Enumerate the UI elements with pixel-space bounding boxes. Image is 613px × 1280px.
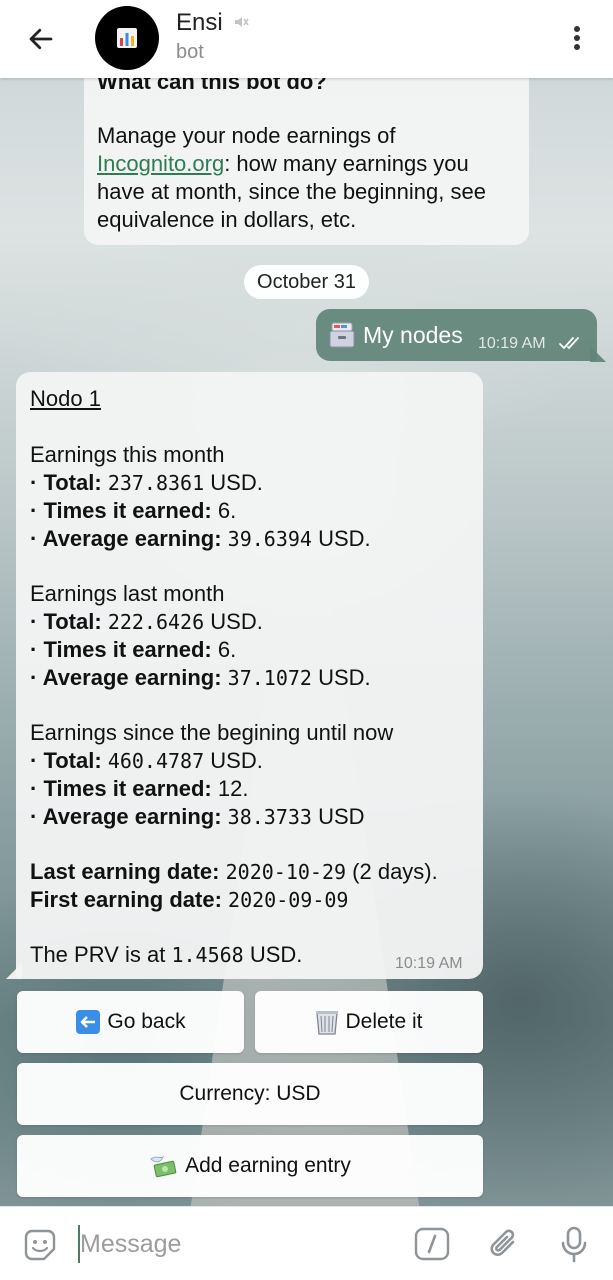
prv-price-line: The PRV is at 1.4568 USD. bbox=[30, 942, 302, 968]
card-file-box-icon bbox=[329, 322, 355, 348]
stat-value: 2020-10-29 bbox=[225, 860, 347, 884]
stat-label: Last earning date: bbox=[30, 859, 220, 884]
speaker-muted-icon bbox=[235, 17, 249, 27]
stat-label: · Average earning: bbox=[30, 665, 222, 690]
outgoing-message-bubble[interactable]: My nodes 10:19 AM bbox=[316, 309, 597, 361]
message-input-bar bbox=[0, 1206, 613, 1280]
node-message-time: 10:19 AM bbox=[395, 955, 463, 972]
prv-value: 1.4568 bbox=[171, 943, 244, 967]
prv-unit: USD. bbox=[249, 942, 303, 967]
stat-value: 2020-09-09 bbox=[228, 888, 349, 912]
go-back-label: Go back bbox=[107, 1010, 186, 1033]
outgoing-message-text: My nodes bbox=[363, 322, 463, 348]
bot-avatar[interactable] bbox=[95, 6, 159, 70]
stat-line-total: · Total: 222.6426 USD. bbox=[30, 609, 263, 635]
description-text-part: Manage your node earnings of bbox=[97, 123, 396, 148]
double-check-icon bbox=[559, 337, 579, 350]
prv-prefix: The PRV is at bbox=[30, 942, 166, 967]
back-button[interactable] bbox=[20, 18, 62, 60]
stat-value: 460.4787 bbox=[107, 749, 205, 773]
stat-line-total: · Total: 460.4787 USD. bbox=[30, 748, 263, 774]
date-separator: October 31 bbox=[244, 265, 369, 299]
stat-unit: USD. bbox=[210, 609, 263, 634]
stat-unit: USD. bbox=[318, 526, 371, 551]
paperclip-icon[interactable] bbox=[486, 1226, 522, 1262]
stat-unit: USD bbox=[318, 804, 365, 829]
stat-label: · Times it earned: bbox=[30, 637, 212, 662]
incognito-link[interactable]: Incognito.org bbox=[97, 151, 224, 176]
stat-value: 38.3733 bbox=[227, 805, 312, 829]
stat-unit: USD. bbox=[318, 665, 371, 690]
microphone-icon[interactable] bbox=[560, 1226, 588, 1264]
node-title: Nodo 1 bbox=[30, 386, 101, 411]
stat-line-times: · Times it earned: 6. bbox=[30, 498, 236, 524]
section-heading: Earnings since the begining until now bbox=[30, 720, 394, 745]
stat-unit: USD. bbox=[210, 748, 263, 773]
stat-line-times: · Times it earned: 6. bbox=[30, 637, 236, 663]
stat-label: · Average earning: bbox=[30, 526, 222, 551]
chat-header: Ensi bot bbox=[0, 0, 613, 78]
stat-label: · Average earning: bbox=[30, 804, 222, 829]
more-vertical-icon bbox=[574, 26, 580, 50]
stat-label: · Total: bbox=[30, 609, 102, 634]
stat-label: · Total: bbox=[30, 470, 102, 495]
stat-value: 12. bbox=[217, 776, 249, 801]
stat-label: · Times it earned: bbox=[30, 498, 212, 523]
message-input[interactable] bbox=[80, 1225, 380, 1263]
last-earning-date-line: Last earning date: 2020-10-29 (2 days). bbox=[30, 859, 438, 885]
slash-command-icon[interactable] bbox=[414, 1227, 450, 1261]
currency-label: Currency: USD bbox=[179, 1082, 321, 1105]
stat-line-average: · Average earning: 37.1072 USD. bbox=[30, 665, 371, 691]
money-with-wings-icon bbox=[150, 1155, 177, 1178]
section-heading: Earnings this month bbox=[30, 442, 225, 467]
stat-value: 222.6426 bbox=[107, 610, 205, 634]
first-earning-date-line: First earning date: 2020-09-09 bbox=[30, 887, 348, 913]
stat-unit: USD. bbox=[210, 470, 263, 495]
smiley-sticker-icon[interactable] bbox=[22, 1227, 58, 1263]
arrow-left-icon bbox=[29, 28, 53, 50]
delete-it-button[interactable]: Delete it bbox=[255, 991, 483, 1053]
stat-value: 6. bbox=[217, 498, 237, 523]
stat-line-average: · Average earning: 39.6394 USD. bbox=[30, 526, 371, 552]
bot-description-text: Manage your node earnings of Incognito.o… bbox=[97, 122, 522, 234]
stat-value: 6. bbox=[217, 637, 237, 662]
stat-label: · Total: bbox=[30, 748, 102, 773]
currency-button[interactable]: Currency: USD bbox=[17, 1063, 483, 1125]
stat-unit: (2 days). bbox=[352, 859, 438, 884]
add-earning-entry-label: Add earning entry bbox=[185, 1154, 351, 1177]
stat-line-times: · Times it earned: 12. bbox=[30, 776, 248, 802]
stat-label: First earning date: bbox=[30, 887, 222, 912]
stat-line-average: · Average earning: 38.3733 USD bbox=[30, 804, 365, 830]
outgoing-message-time: 10:19 AM bbox=[478, 335, 546, 352]
stat-label: · Times it earned: bbox=[30, 776, 212, 801]
stat-value: 237.8361 bbox=[107, 471, 205, 495]
wastebasket-icon bbox=[316, 1011, 339, 1035]
delete-it-label: Delete it bbox=[345, 1010, 423, 1033]
bar-chart-icon bbox=[117, 28, 137, 48]
node-report-bubble[interactable]: Nodo 1 Earnings this month · Total: 237.… bbox=[16, 372, 483, 979]
add-earning-entry-button[interactable]: Add earning entry bbox=[17, 1135, 483, 1197]
chat-title[interactable]: Ensi bbox=[176, 9, 223, 37]
stat-value: 39.6394 bbox=[227, 527, 312, 551]
stat-value: 37.1072 bbox=[227, 666, 312, 690]
chat-subtitle: bot bbox=[176, 41, 204, 63]
section-heading: Earnings last month bbox=[30, 581, 225, 606]
go-back-button[interactable]: Go back bbox=[17, 991, 244, 1053]
stat-line-total: · Total: 237.8361 USD. bbox=[30, 470, 263, 496]
left-arrow-icon bbox=[76, 1010, 101, 1034]
more-options-button[interactable] bbox=[562, 18, 592, 58]
